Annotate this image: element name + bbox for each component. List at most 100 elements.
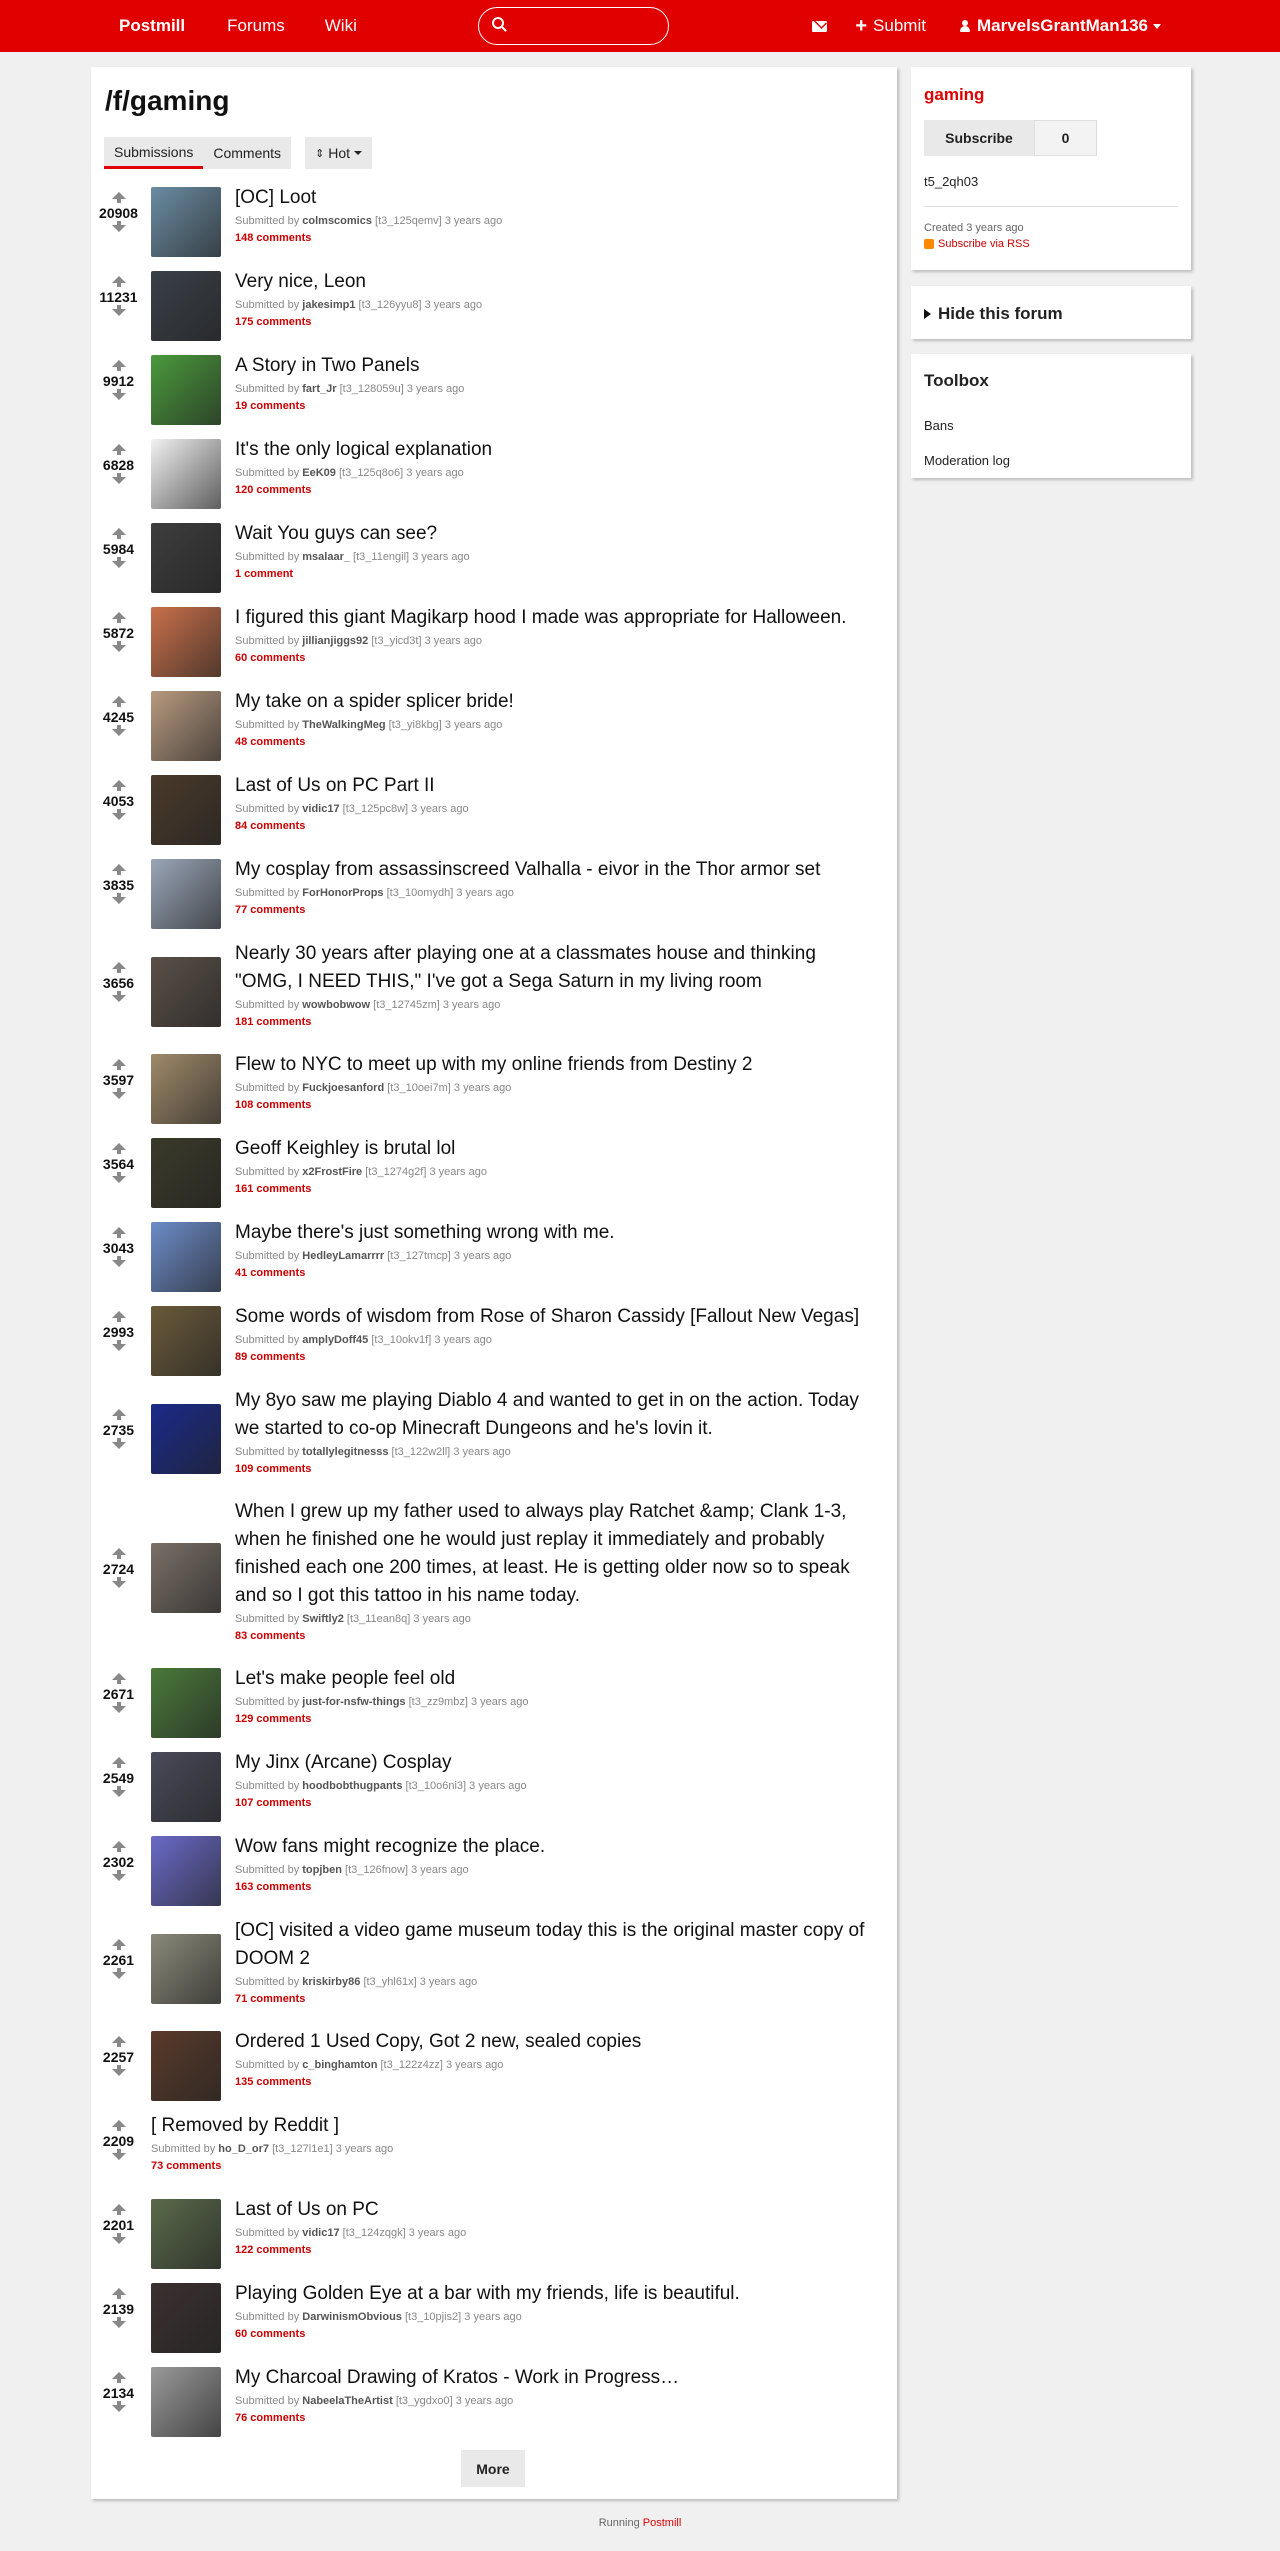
post-title-link[interactable]: My 8yo saw me playing Diablo 4 and wante… bbox=[235, 1387, 877, 1443]
upvote-icon[interactable] bbox=[111, 1143, 126, 1154]
upvote-icon[interactable] bbox=[111, 1409, 126, 1420]
post-author-link[interactable]: EeK09 bbox=[302, 467, 336, 479]
downvote-icon[interactable] bbox=[111, 1786, 126, 1797]
post-thumbnail[interactable] bbox=[151, 1138, 221, 1208]
downvote-icon[interactable] bbox=[111, 557, 126, 568]
post-title-link[interactable]: Very nice, Leon bbox=[235, 268, 877, 296]
post-author-link[interactable]: DarwinismObvious bbox=[302, 2311, 402, 2323]
downvote-icon[interactable] bbox=[111, 809, 126, 820]
upvote-icon[interactable] bbox=[111, 1673, 126, 1684]
comments-link[interactable]: 109 comments bbox=[235, 1463, 877, 1475]
post-author-link[interactable]: jakesimp1 bbox=[302, 299, 355, 311]
tab-comments[interactable]: Comments bbox=[203, 137, 292, 169]
comments-link[interactable]: 19 comments bbox=[235, 400, 877, 412]
post-thumbnail[interactable] bbox=[151, 2199, 221, 2269]
upvote-icon[interactable] bbox=[111, 1939, 126, 1950]
post-author-link[interactable]: wowbobwow bbox=[302, 999, 370, 1011]
post-title-link[interactable]: Ordered 1 Used Copy, Got 2 new, sealed c… bbox=[235, 2028, 877, 2056]
upvote-icon[interactable] bbox=[111, 2288, 126, 2299]
comments-link[interactable]: 48 comments bbox=[235, 736, 877, 748]
post-thumbnail[interactable] bbox=[151, 1222, 221, 1292]
post-thumbnail[interactable] bbox=[151, 1306, 221, 1376]
upvote-icon[interactable] bbox=[111, 1548, 126, 1559]
comments-link[interactable]: 76 comments bbox=[235, 2412, 877, 2424]
submit-link[interactable]: + Submit bbox=[855, 16, 926, 36]
post-title-link[interactable]: Playing Golden Eye at a bar with my frie… bbox=[235, 2280, 877, 2308]
comments-link[interactable]: 71 comments bbox=[235, 1993, 877, 2005]
upvote-icon[interactable] bbox=[111, 2036, 126, 2047]
downvote-icon[interactable] bbox=[111, 1256, 126, 1267]
upvote-icon[interactable] bbox=[111, 2372, 126, 2383]
post-thumbnail[interactable] bbox=[151, 2031, 221, 2101]
downvote-icon[interactable] bbox=[111, 991, 126, 1002]
post-thumbnail[interactable] bbox=[151, 859, 221, 929]
downvote-icon[interactable] bbox=[111, 1088, 126, 1099]
upvote-icon[interactable] bbox=[111, 276, 126, 287]
downvote-icon[interactable] bbox=[111, 1340, 126, 1351]
post-title-link[interactable]: A Story in Two Panels bbox=[235, 352, 877, 380]
post-author-link[interactable]: NabeelaTheArtist bbox=[302, 2395, 392, 2407]
post-title-link[interactable]: Last of Us on PC bbox=[235, 2196, 877, 2224]
post-title-link[interactable]: Some words of wisdom from Rose of Sharon… bbox=[235, 1303, 877, 1331]
comments-link[interactable]: 108 comments bbox=[235, 1099, 877, 1111]
post-thumbnail[interactable] bbox=[151, 1668, 221, 1738]
post-title-link[interactable]: Geoff Keighley is brutal lol bbox=[235, 1135, 877, 1163]
post-author-link[interactable]: amplyDoff45 bbox=[302, 1334, 368, 1346]
upvote-icon[interactable] bbox=[111, 962, 126, 973]
post-author-link[interactable]: colmscomics bbox=[302, 215, 372, 227]
post-thumbnail[interactable] bbox=[151, 439, 221, 509]
upvote-icon[interactable] bbox=[111, 696, 126, 707]
comments-link[interactable]: 107 comments bbox=[235, 1797, 877, 1809]
downvote-icon[interactable] bbox=[111, 893, 126, 904]
comments-link[interactable]: 84 comments bbox=[235, 820, 877, 832]
post-author-link[interactable]: fart_Jr bbox=[302, 383, 336, 395]
upvote-icon[interactable] bbox=[111, 612, 126, 623]
post-title-link[interactable]: [OC] Loot bbox=[235, 184, 877, 212]
nav-forums-link[interactable]: Forums bbox=[227, 16, 285, 36]
upvote-icon[interactable] bbox=[111, 192, 126, 203]
nav-wiki-link[interactable]: Wiki bbox=[325, 16, 357, 36]
post-title-link[interactable]: Wow fans might recognize the place. bbox=[235, 1833, 877, 1861]
comments-link[interactable]: 60 comments bbox=[235, 2328, 877, 2340]
post-author-link[interactable]: Fuckjoesanford bbox=[302, 1082, 384, 1094]
post-author-link[interactable]: TheWalkingMeg bbox=[302, 719, 385, 731]
comments-link[interactable]: 135 comments bbox=[235, 2076, 877, 2088]
downvote-icon[interactable] bbox=[111, 1172, 126, 1183]
post-author-link[interactable]: vidic17 bbox=[302, 2227, 339, 2239]
post-thumbnail[interactable] bbox=[151, 271, 221, 341]
footer-brand-link[interactable]: Postmill bbox=[643, 2517, 682, 2529]
comments-link[interactable]: 163 comments bbox=[235, 1881, 877, 1893]
upvote-icon[interactable] bbox=[111, 528, 126, 539]
post-thumbnail[interactable] bbox=[151, 355, 221, 425]
downvote-icon[interactable] bbox=[111, 2317, 126, 2328]
upvote-icon[interactable] bbox=[111, 1059, 126, 1070]
upvote-icon[interactable] bbox=[111, 2120, 126, 2131]
brand-link[interactable]: Postmill bbox=[119, 16, 185, 36]
comments-link[interactable]: 181 comments bbox=[235, 1016, 877, 1028]
upvote-icon[interactable] bbox=[111, 1841, 126, 1852]
upvote-icon[interactable] bbox=[111, 444, 126, 455]
bans-link[interactable]: Bans bbox=[924, 418, 954, 433]
post-title-link[interactable]: [ Removed by Reddit ] bbox=[151, 2112, 877, 2140]
downvote-icon[interactable] bbox=[111, 1438, 126, 1449]
comments-link[interactable]: 148 comments bbox=[235, 232, 877, 244]
downvote-icon[interactable] bbox=[111, 641, 126, 652]
downvote-icon[interactable] bbox=[111, 725, 126, 736]
post-thumbnail[interactable] bbox=[151, 2283, 221, 2353]
post-author-link[interactable]: totallylegitnesss bbox=[302, 1446, 388, 1458]
search-input[interactable] bbox=[478, 7, 669, 45]
comments-link[interactable]: 120 comments bbox=[235, 484, 877, 496]
comments-link[interactable]: 89 comments bbox=[235, 1351, 877, 1363]
post-thumbnail[interactable] bbox=[151, 523, 221, 593]
post-thumbnail[interactable] bbox=[151, 1752, 221, 1822]
envelope-icon[interactable] bbox=[812, 20, 828, 32]
sort-dropdown[interactable]: ⇕ Hot bbox=[305, 137, 373, 169]
comments-link[interactable]: 83 comments bbox=[235, 1630, 877, 1642]
post-author-link[interactable]: vidic17 bbox=[302, 803, 339, 815]
post-author-link[interactable]: ho_D_or7 bbox=[218, 2143, 269, 2155]
downvote-icon[interactable] bbox=[111, 221, 126, 232]
comments-link[interactable]: 73 comments bbox=[151, 2160, 877, 2172]
post-thumbnail[interactable] bbox=[151, 607, 221, 677]
upvote-icon[interactable] bbox=[111, 2204, 126, 2215]
upvote-icon[interactable] bbox=[111, 1311, 126, 1322]
